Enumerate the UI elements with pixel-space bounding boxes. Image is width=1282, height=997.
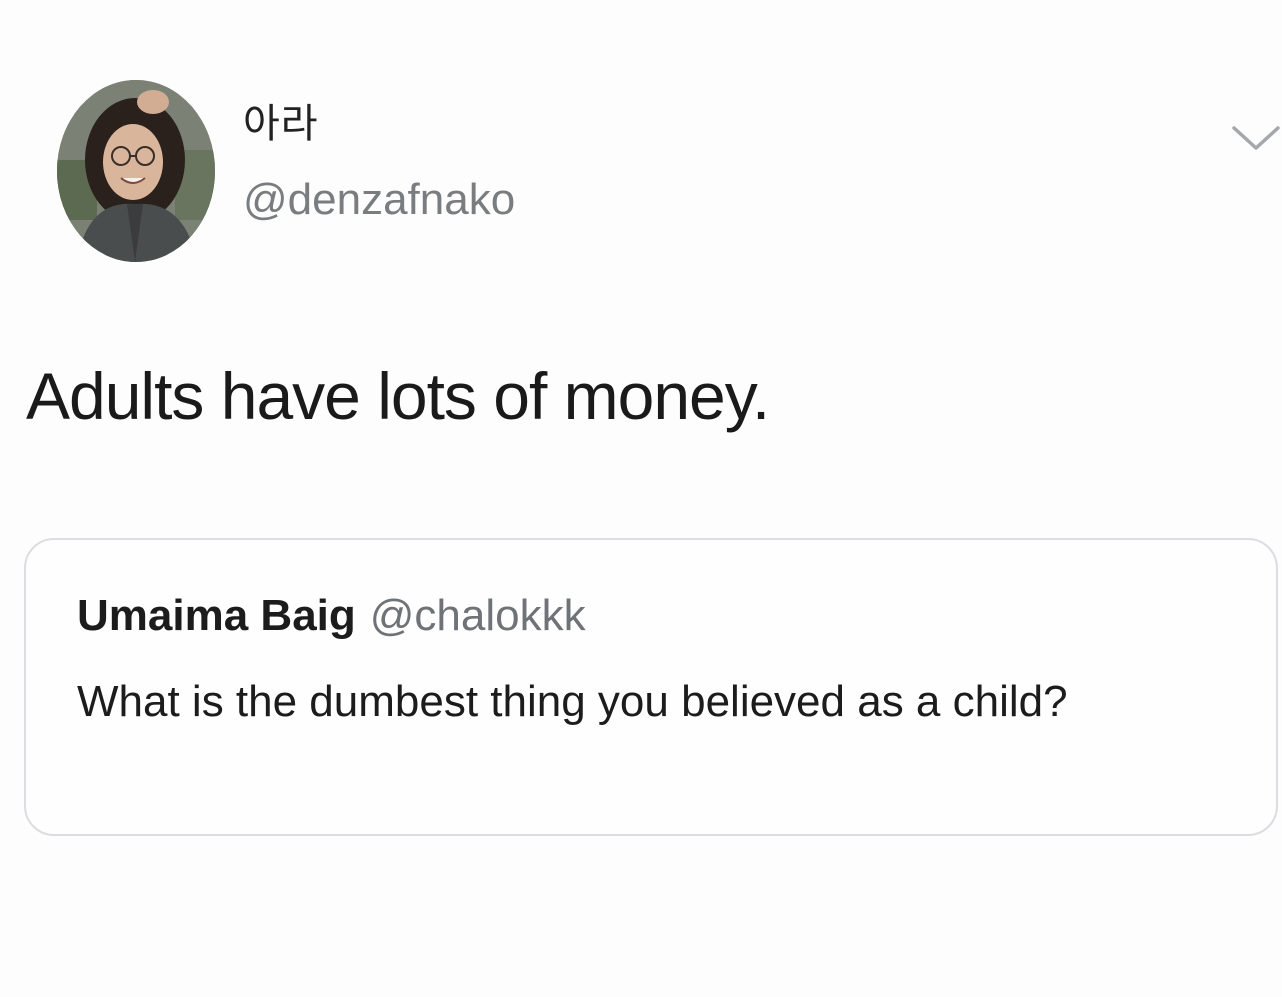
quoted-tweet[interactable]: Umaima Baig @chalokkk What is the dumbest… xyxy=(24,538,1278,836)
avatar[interactable] xyxy=(57,80,215,262)
tweet-text: Adults have lots of money. xyxy=(26,359,770,433)
author-display-name[interactable]: 아라 xyxy=(243,100,319,148)
tweet-card: 아라 @denzafnako Adults have lots of money… xyxy=(0,0,1282,997)
quoted-author-name[interactable]: Umaima Baig xyxy=(77,591,356,640)
profile-photo-icon xyxy=(57,80,215,262)
quoted-author-handle[interactable]: @chalokkk xyxy=(370,591,586,640)
chevron-down-icon[interactable] xyxy=(1230,122,1282,152)
author-handle[interactable]: @denzafnako xyxy=(243,174,515,226)
quoted-tweet-text: What is the dumbest thing you believed a… xyxy=(77,677,1068,726)
quoted-tweet-header: Umaima Baig @chalokkk xyxy=(77,590,586,642)
